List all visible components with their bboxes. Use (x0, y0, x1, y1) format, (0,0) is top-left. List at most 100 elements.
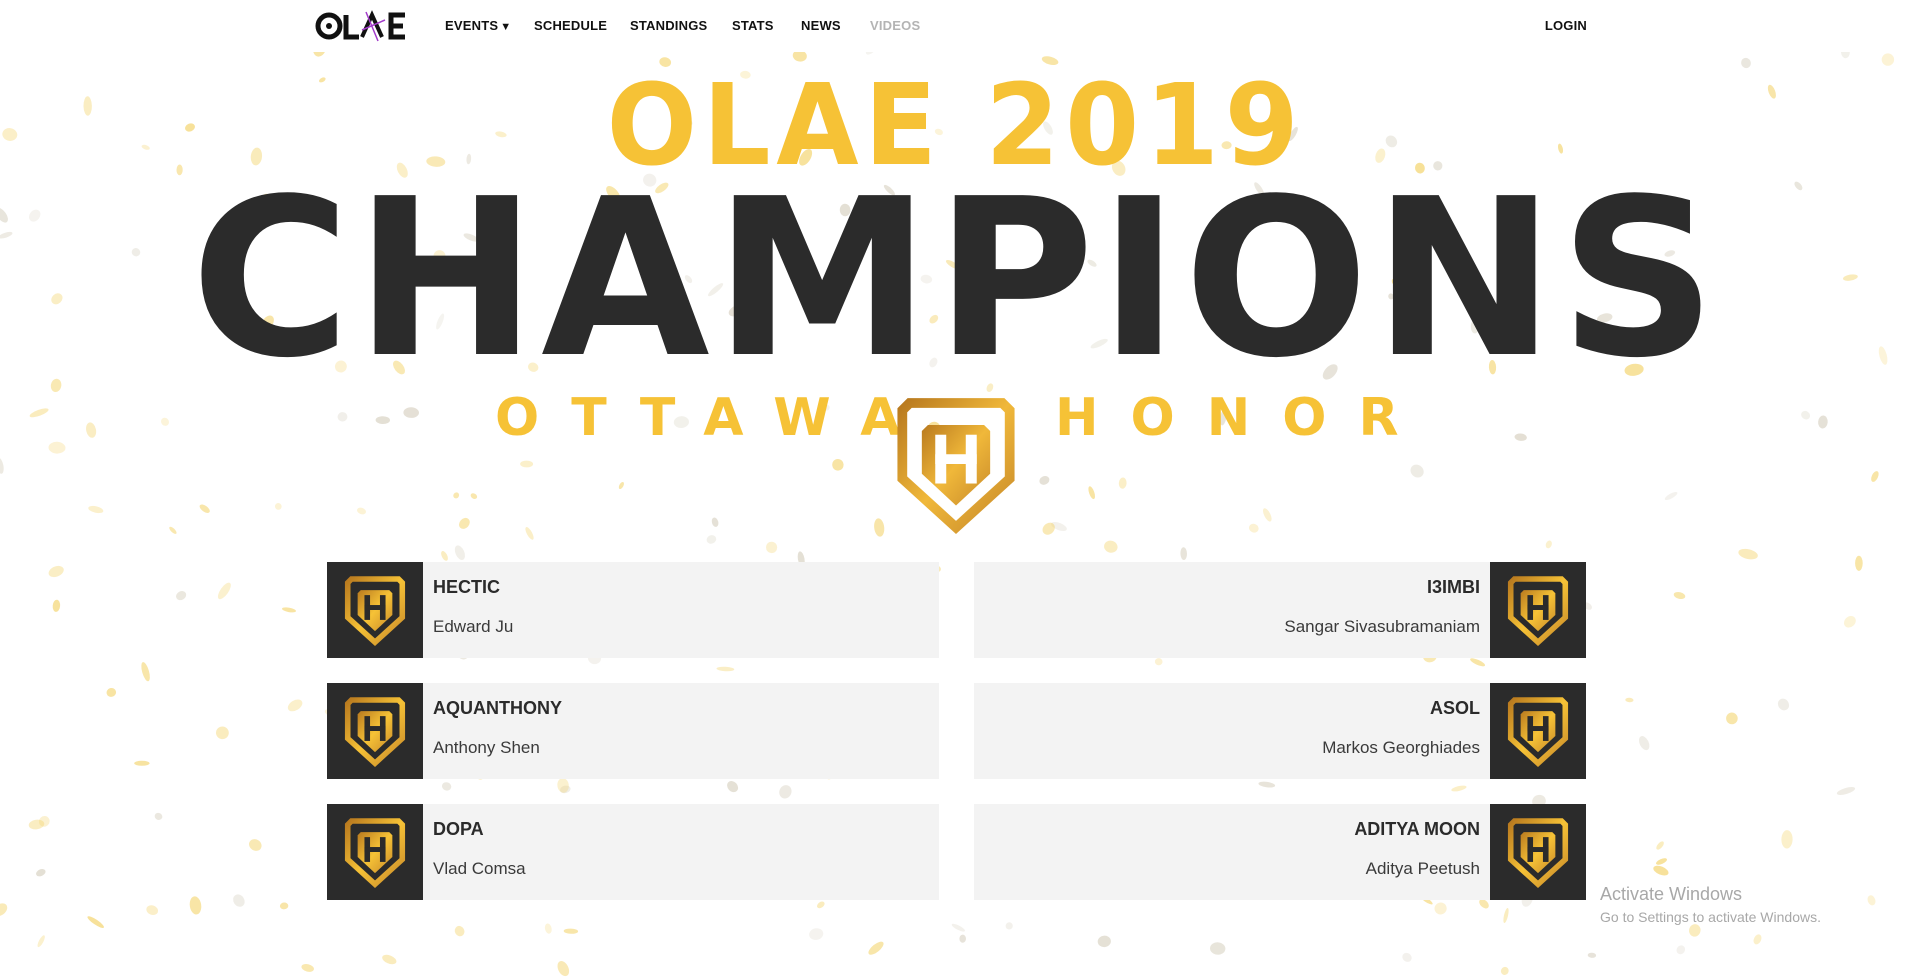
player-crest-icon (1490, 562, 1586, 658)
confetti-piece (1262, 508, 1272, 522)
confetti-piece (1818, 415, 1828, 429)
confetti-piece (1248, 523, 1259, 533)
confetti-piece (1118, 477, 1127, 489)
confetti-piece (274, 503, 282, 510)
confetti-piece (557, 961, 570, 977)
confetti-piece (559, 785, 571, 794)
player-crest-icon (1490, 683, 1586, 779)
nav-events-label: EVENTS (445, 18, 499, 33)
olae-logo[interactable] (315, 8, 407, 44)
confetti-piece (169, 526, 177, 534)
confetti-piece (817, 901, 825, 909)
player-real-name: Aditya Peetush (1365, 859, 1480, 878)
confetti-piece (454, 925, 465, 937)
confetti-piece (1836, 787, 1856, 795)
confetti-piece (1673, 592, 1686, 599)
confetti-piece (279, 902, 289, 910)
login-link[interactable]: LOGIN (1545, 18, 1587, 33)
player-gamertag: I3IMBI (1426, 577, 1480, 597)
confetti-piece (1625, 697, 1634, 703)
confetti-piece (470, 493, 478, 500)
confetti-piece (1664, 491, 1678, 501)
confetti-piece (1726, 712, 1738, 725)
nav-standings[interactable]: STANDINGS (630, 18, 707, 33)
confetti-piece (217, 582, 231, 600)
player-gamertag: ASOL (1429, 698, 1480, 718)
confetti-piece (28, 819, 45, 830)
player-gamertag: DOPA (433, 819, 484, 839)
caret-down-icon: ▼ (500, 21, 512, 33)
confetti-piece (86, 422, 97, 438)
confetti-piece (1638, 736, 1650, 751)
confetti-piece (0, 457, 4, 474)
confetti-piece (711, 517, 719, 527)
player-real-name: Sangar Sivasubramaniam (1284, 617, 1480, 636)
confetti-piece (1039, 475, 1050, 485)
confetti-piece (557, 778, 569, 793)
confetti-piece (249, 839, 262, 851)
confetti-piece (36, 869, 46, 877)
confetti-piece (1801, 410, 1811, 420)
confetti-piece (1051, 522, 1067, 531)
confetti-piece (459, 517, 470, 529)
confetti-piece (1781, 830, 1793, 849)
confetti-piece (453, 492, 460, 499)
confetti-piece (1005, 922, 1013, 930)
confetti-piece (199, 504, 210, 513)
confetti-piece (52, 599, 61, 612)
confetti-piece (1180, 547, 1188, 560)
confetti-piece (832, 459, 844, 471)
player-real-name: Vlad Comsa (433, 859, 526, 878)
player-card: ASOL Markos Georghiades (974, 683, 1586, 779)
player-gamertag: HECTIC (433, 577, 500, 597)
confetti-piece (216, 726, 229, 740)
player-crest-icon (327, 804, 423, 900)
confetti-piece (38, 816, 50, 827)
confetti-piece (1689, 924, 1701, 937)
ottawa-honor-crest-icon (895, 393, 1017, 535)
confetti-piece (1154, 658, 1163, 666)
confetti-piece (1545, 540, 1552, 549)
olae-logo-icon (315, 10, 405, 42)
confetti-piece (454, 545, 465, 560)
confetti-piece (281, 607, 297, 613)
confetti-piece (357, 507, 366, 515)
player-real-name: Markos Georghiades (1322, 738, 1480, 757)
player-card: I3IMBI Sangar Sivasubramaniam (974, 562, 1586, 658)
confetti-piece (176, 591, 187, 601)
confetti-piece (1410, 464, 1424, 478)
confetti-piece (1104, 540, 1118, 553)
confetti-piece (1587, 952, 1597, 958)
confetti-piece (88, 505, 104, 514)
confetti-piece (1653, 865, 1669, 876)
nav-videos[interactable]: VIDEOS (870, 18, 920, 33)
player-real-name: Edward Ju (433, 617, 514, 636)
confetti-piece (161, 417, 169, 426)
nav-stats[interactable]: STATS (732, 18, 774, 33)
confetti-piece (1738, 548, 1758, 560)
confetti-piece (1434, 902, 1447, 915)
confetti-piece (563, 928, 579, 934)
confetti-piece (874, 518, 885, 537)
confetti-piece (716, 666, 735, 672)
nav-schedule[interactable]: SCHEDULE (534, 18, 607, 33)
nav-news[interactable]: NEWS (801, 18, 841, 33)
confetti-piece (48, 441, 66, 454)
confetti-piece (727, 781, 739, 793)
confetti-piece (403, 407, 419, 418)
confetti-piece (1258, 781, 1276, 788)
confetti-piece (48, 565, 64, 578)
confetti-piece (1753, 934, 1762, 945)
confetti-piece (706, 535, 717, 544)
confetti-piece (2, 128, 18, 141)
confetti-piece (382, 954, 397, 965)
confetti-piece (134, 760, 150, 766)
confetti-piece (337, 412, 348, 422)
nav-events[interactable]: EVENTS ▼ (445, 18, 511, 33)
hero-champions-title: CHAMPIONS (190, 153, 1721, 406)
confetti-piece (1741, 57, 1751, 69)
confetti-piece (520, 460, 534, 468)
player-card: ADITYA MOON Aditya Peetush (974, 804, 1586, 900)
confetti-piece (1097, 935, 1111, 948)
confetti-piece (154, 812, 163, 820)
